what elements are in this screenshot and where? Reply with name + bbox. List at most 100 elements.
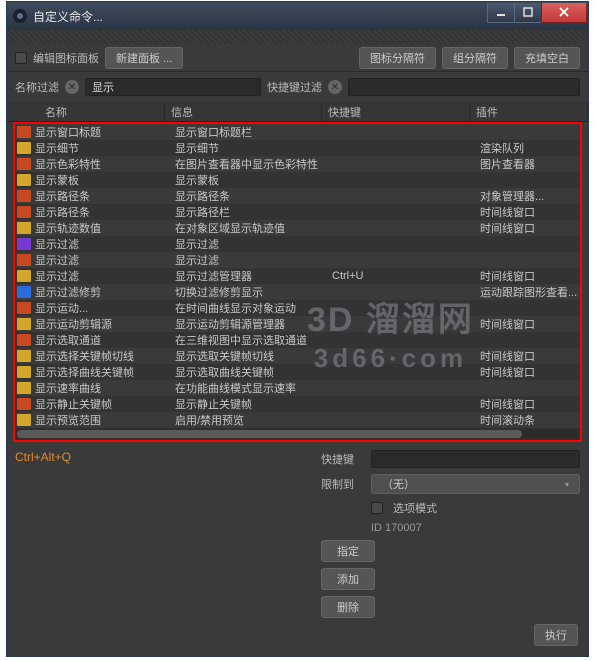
command-list[interactable]: 显示窗口标题显示窗口标题栏显示细节显示细节渲染队列显示色彩特性在图片查看器中显示… xyxy=(15,124,580,428)
row-name: 显示色彩特性 xyxy=(35,156,175,172)
row-plugin: 时间线窗口 xyxy=(480,204,580,220)
table-row[interactable]: 显示预览范围启用/禁用预览时间滚动条 xyxy=(15,412,580,428)
row-info: 显示选取关键帧切线 xyxy=(175,348,332,364)
table-row[interactable]: 显示选取通道在三维视图中显示选取通道 xyxy=(15,332,580,348)
row-name: 显示选择关键帧切线 xyxy=(35,348,175,364)
texture-strip xyxy=(7,30,588,44)
table-row[interactable]: 显示选择关键帧切线显示选取关键帧切线时间线窗口 xyxy=(15,348,580,364)
assign-button[interactable]: 指定 xyxy=(321,540,375,562)
row-plugin: 运动跟踪图形查看... xyxy=(480,284,580,300)
column-plugin[interactable]: 插件 xyxy=(470,102,588,121)
row-plugin: 时间线窗口 xyxy=(480,220,580,236)
option-mode-checkbox[interactable] xyxy=(371,502,383,514)
row-icon xyxy=(17,350,31,362)
table-row[interactable]: 显示窗口标题显示窗口标题栏 xyxy=(15,124,580,140)
row-name: 显示过滤 xyxy=(35,268,175,284)
row-info: 显示过滤 xyxy=(175,236,332,252)
maximize-button[interactable] xyxy=(514,3,542,23)
shortcut-field-label: 快捷键 xyxy=(321,451,361,467)
row-info: 在功能曲线模式显示速率 xyxy=(175,380,332,396)
row-icon xyxy=(17,270,31,282)
edit-icon-panel-checkbox[interactable] xyxy=(15,52,27,64)
row-info: 在时间曲线显示对象运动 xyxy=(175,300,332,316)
table-row[interactable]: 显示过滤显示过滤 xyxy=(15,236,580,252)
row-icon xyxy=(17,334,31,346)
table-row[interactable]: 显示静止关键帧显示静止关键帧时间线窗口 xyxy=(15,396,580,412)
row-info: 显示细节 xyxy=(175,140,332,156)
column-name[interactable]: 名称 xyxy=(39,102,165,121)
row-icon xyxy=(17,206,31,218)
table-row[interactable]: 显示路径条显示路径栏时间线窗口 xyxy=(15,204,580,220)
shortcut-filter-clear-icon[interactable]: ✕ xyxy=(328,80,342,94)
row-icon xyxy=(17,318,31,330)
id-label: ID 170007 xyxy=(371,522,580,534)
close-button[interactable] xyxy=(541,3,587,23)
table-row[interactable]: 显示细节显示细节 渲染队列 xyxy=(15,140,580,156)
row-icon xyxy=(17,126,31,138)
shortcut-input[interactable] xyxy=(371,450,580,468)
execute-button[interactable]: 执行 xyxy=(534,624,578,646)
table-row[interactable]: 显示轨迹数值在对象区域显示轨迹值 时间线窗口 xyxy=(15,220,580,236)
row-info: 启用/禁用预览 xyxy=(175,412,332,428)
minimize-button[interactable] xyxy=(487,3,515,23)
row-key: Ctrl+U xyxy=(332,270,480,282)
row-name: 显示运动... xyxy=(35,300,175,316)
table-row[interactable]: 显示过滤显示过滤 xyxy=(15,252,580,268)
titlebar: 自定义命令... xyxy=(7,2,588,30)
add-button[interactable]: 添加 xyxy=(321,568,375,590)
table-row[interactable]: 显示过滤修剪切换过滤修剪显示运动跟踪图形查看... xyxy=(15,284,580,300)
row-info: 切换过滤修剪显示 xyxy=(175,284,332,300)
row-plugin: 时间线窗口 xyxy=(480,364,580,380)
column-info[interactable]: 信息 xyxy=(165,102,322,121)
row-info: 显示蒙板 xyxy=(175,172,332,188)
row-name: 显示细节 xyxy=(35,140,175,156)
fill-blank-button[interactable]: 充填空白 xyxy=(514,47,580,69)
shortcut-filter-input[interactable] xyxy=(348,78,580,96)
table-row[interactable]: 显示速率曲线在功能曲线模式显示速率 xyxy=(15,380,580,396)
table-row[interactable]: 显示路径条显示路径条对象管理器... xyxy=(15,188,580,204)
table-header: 名称 信息 快捷键 插件 xyxy=(7,102,588,122)
table-row[interactable]: 显示选择曲线关键帧显示选取曲线关键帧 时间线窗口 xyxy=(15,364,580,380)
limit-dropdown-value: （无） xyxy=(382,476,415,492)
group-separator-button[interactable]: 组分隔符 xyxy=(442,47,508,69)
row-name: 显示速率曲线 xyxy=(35,380,175,396)
column-key[interactable]: 快捷键 xyxy=(322,102,470,121)
row-icon xyxy=(17,142,31,154)
table-row[interactable]: 显示过滤显示过滤管理器Ctrl+U时间线窗口 xyxy=(15,268,580,284)
table-row[interactable]: 显示运动...在时间曲线显示对象运动 xyxy=(15,300,580,316)
table-row[interactable]: 显示蒙板显示蒙板 xyxy=(15,172,580,188)
edit-icon-panel-label: 编辑图标面板 xyxy=(33,50,99,66)
row-plugin: 渲染队列 xyxy=(480,140,580,156)
row-info: 显示选取曲线关键帧 xyxy=(175,364,332,380)
delete-button[interactable]: 删除 xyxy=(321,596,375,618)
row-icon xyxy=(17,222,31,234)
name-filter-label: 名称过滤 xyxy=(15,79,59,95)
row-name: 显示选择曲线关键帧 xyxy=(35,364,175,380)
table-row[interactable]: 显示色彩特性在图片查看器中显示色彩特性图片查看器 xyxy=(15,156,580,172)
name-filter-input[interactable] xyxy=(85,78,261,96)
row-icon xyxy=(17,302,31,314)
row-name: 显示过滤 xyxy=(35,252,175,268)
row-icon xyxy=(17,414,31,426)
option-mode-label: 选项模式 xyxy=(393,500,437,516)
row-plugin: 时间线窗口 xyxy=(480,316,580,332)
table-row[interactable]: 显示运动剪辑源显示运动剪辑源管理器时间线窗口 xyxy=(15,316,580,332)
limit-label: 限制到 xyxy=(321,476,361,492)
limit-dropdown[interactable]: （无） ▾ xyxy=(371,474,580,494)
app-icon xyxy=(13,9,27,23)
row-info: 在三维视图中显示选取通道 xyxy=(175,332,332,348)
row-icon xyxy=(17,254,31,266)
row-name: 显示路径条 xyxy=(35,188,175,204)
horizontal-scrollbar[interactable] xyxy=(15,428,580,440)
row-icon xyxy=(17,382,31,394)
name-filter-clear-icon[interactable]: ✕ xyxy=(65,80,79,94)
chevron-down-icon: ▾ xyxy=(565,480,569,489)
row-info: 在图片查看器中显示色彩特性 xyxy=(175,156,332,172)
row-name: 显示轨迹数值 xyxy=(35,220,175,236)
row-info: 在对象区域显示轨迹值 xyxy=(175,220,332,236)
row-icon xyxy=(17,190,31,202)
row-icon xyxy=(17,286,31,298)
icon-separator-button[interactable]: 图标分隔符 xyxy=(359,47,436,69)
row-name: 显示路径条 xyxy=(35,204,175,220)
new-panel-button[interactable]: 新建面板 ... xyxy=(105,47,183,69)
